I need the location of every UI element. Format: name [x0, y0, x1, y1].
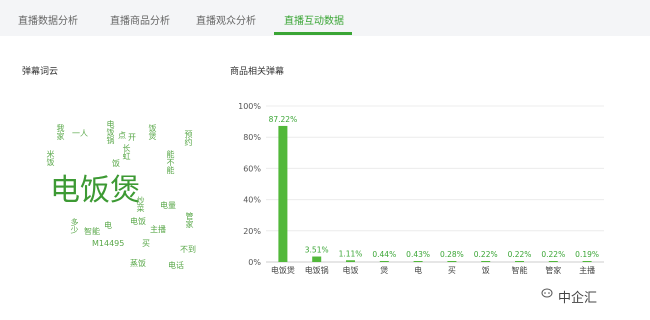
bar-value-label: 0.28%: [440, 250, 464, 259]
bar-value-label: 0.22%: [508, 250, 532, 259]
bar: [515, 261, 524, 262]
bar: [346, 260, 355, 262]
x-tick-label: 智能: [512, 265, 528, 275]
y-tick-label: 100%: [238, 102, 261, 111]
bar-value-label: 0.22%: [474, 250, 498, 259]
x-tick-label: 电饭: [343, 265, 359, 275]
watermark-text: 中企汇: [558, 291, 598, 306]
x-tick-label: 电饭煲: [271, 265, 295, 275]
bar: [447, 261, 457, 262]
bar-value-label: 1.11%: [339, 249, 363, 258]
bar: [312, 256, 322, 262]
bar-value-label: 3.51%: [305, 246, 329, 255]
bar-value-label: 0.44%: [372, 250, 396, 259]
y-tick-label: 80%: [243, 133, 261, 142]
bar: [379, 261, 389, 262]
y-tick-label: 20%: [243, 227, 261, 236]
x-tick-label: 电: [414, 265, 422, 275]
x-tick-label: 管家: [545, 265, 561, 275]
product-danmaku-bar-chart: 0%20%40%60%80%100%87.22%电饭煲3.51%电饭锅1.11%…: [238, 102, 604, 275]
y-tick-label: 60%: [243, 164, 261, 173]
bar: [582, 261, 592, 262]
y-tick-label: 0%: [248, 258, 261, 267]
x-tick-label: 电饭锅: [305, 265, 329, 275]
bar-value-label: 87.22%: [269, 115, 298, 124]
bar-value-label: 0.19%: [575, 250, 599, 259]
x-tick-label: 买: [448, 266, 456, 275]
bar: [548, 261, 558, 262]
x-tick-label: 主播: [579, 265, 595, 275]
y-tick-label: 40%: [243, 196, 261, 205]
x-tick-label: 饭: [482, 265, 490, 275]
bar: [413, 261, 423, 262]
bar-value-label: 0.43%: [406, 250, 430, 259]
x-tick-label: 煲: [380, 265, 388, 275]
bar-value-label: 0.22%: [541, 250, 565, 259]
bar: [278, 125, 288, 262]
bar: [481, 261, 491, 262]
wechat-icon: [541, 288, 553, 298]
